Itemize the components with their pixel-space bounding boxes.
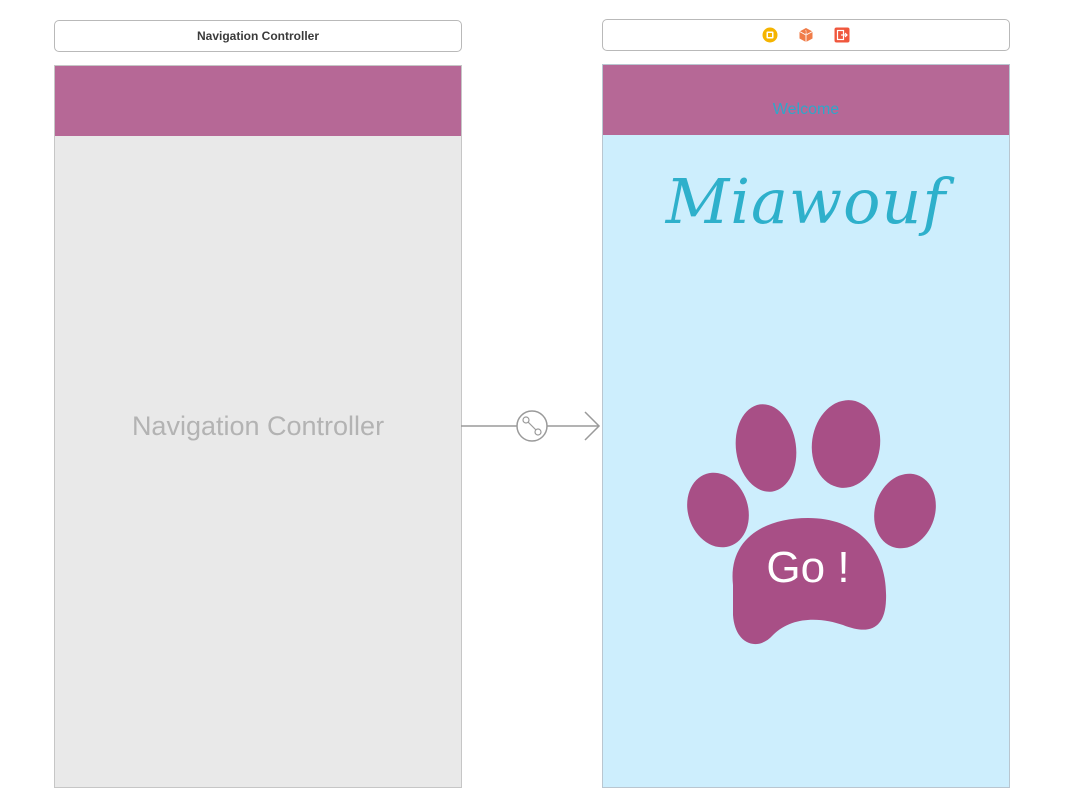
first-responder-icon[interactable]: 1	[798, 27, 814, 43]
segue-link-icon[interactable]	[516, 410, 548, 442]
view-controller-scene-bar[interactable]: 1	[602, 19, 1010, 51]
svg-text:1: 1	[805, 30, 808, 35]
navigation-controller-scene[interactable]: Navigation Controller	[54, 65, 462, 788]
navigation-bar[interactable]: Welcome	[603, 65, 1009, 135]
scene-title: Navigation Controller	[196, 29, 319, 43]
go-button[interactable]: Go !	[723, 543, 893, 593]
exit-icon[interactable]	[834, 27, 850, 43]
nav-title: Welcome	[772, 101, 840, 118]
navigation-bar[interactable]	[55, 66, 461, 136]
navigation-controller-placeholder: Navigation Controller	[131, 411, 385, 441]
miawouf-logo: Miawouf	[665, 165, 947, 238]
segue-arrow[interactable]	[461, 405, 603, 447]
welcome-view-controller-scene[interactable]: Welcome Miawouf Go !	[602, 64, 1010, 788]
view-controller-icon[interactable]	[762, 27, 778, 43]
paw-icon	[687, 400, 936, 645]
navigation-controller-scene-bar[interactable]: Navigation Controller	[54, 20, 462, 52]
storyboard-canvas: Navigation Controller Navigation Control…	[0, 0, 1068, 810]
